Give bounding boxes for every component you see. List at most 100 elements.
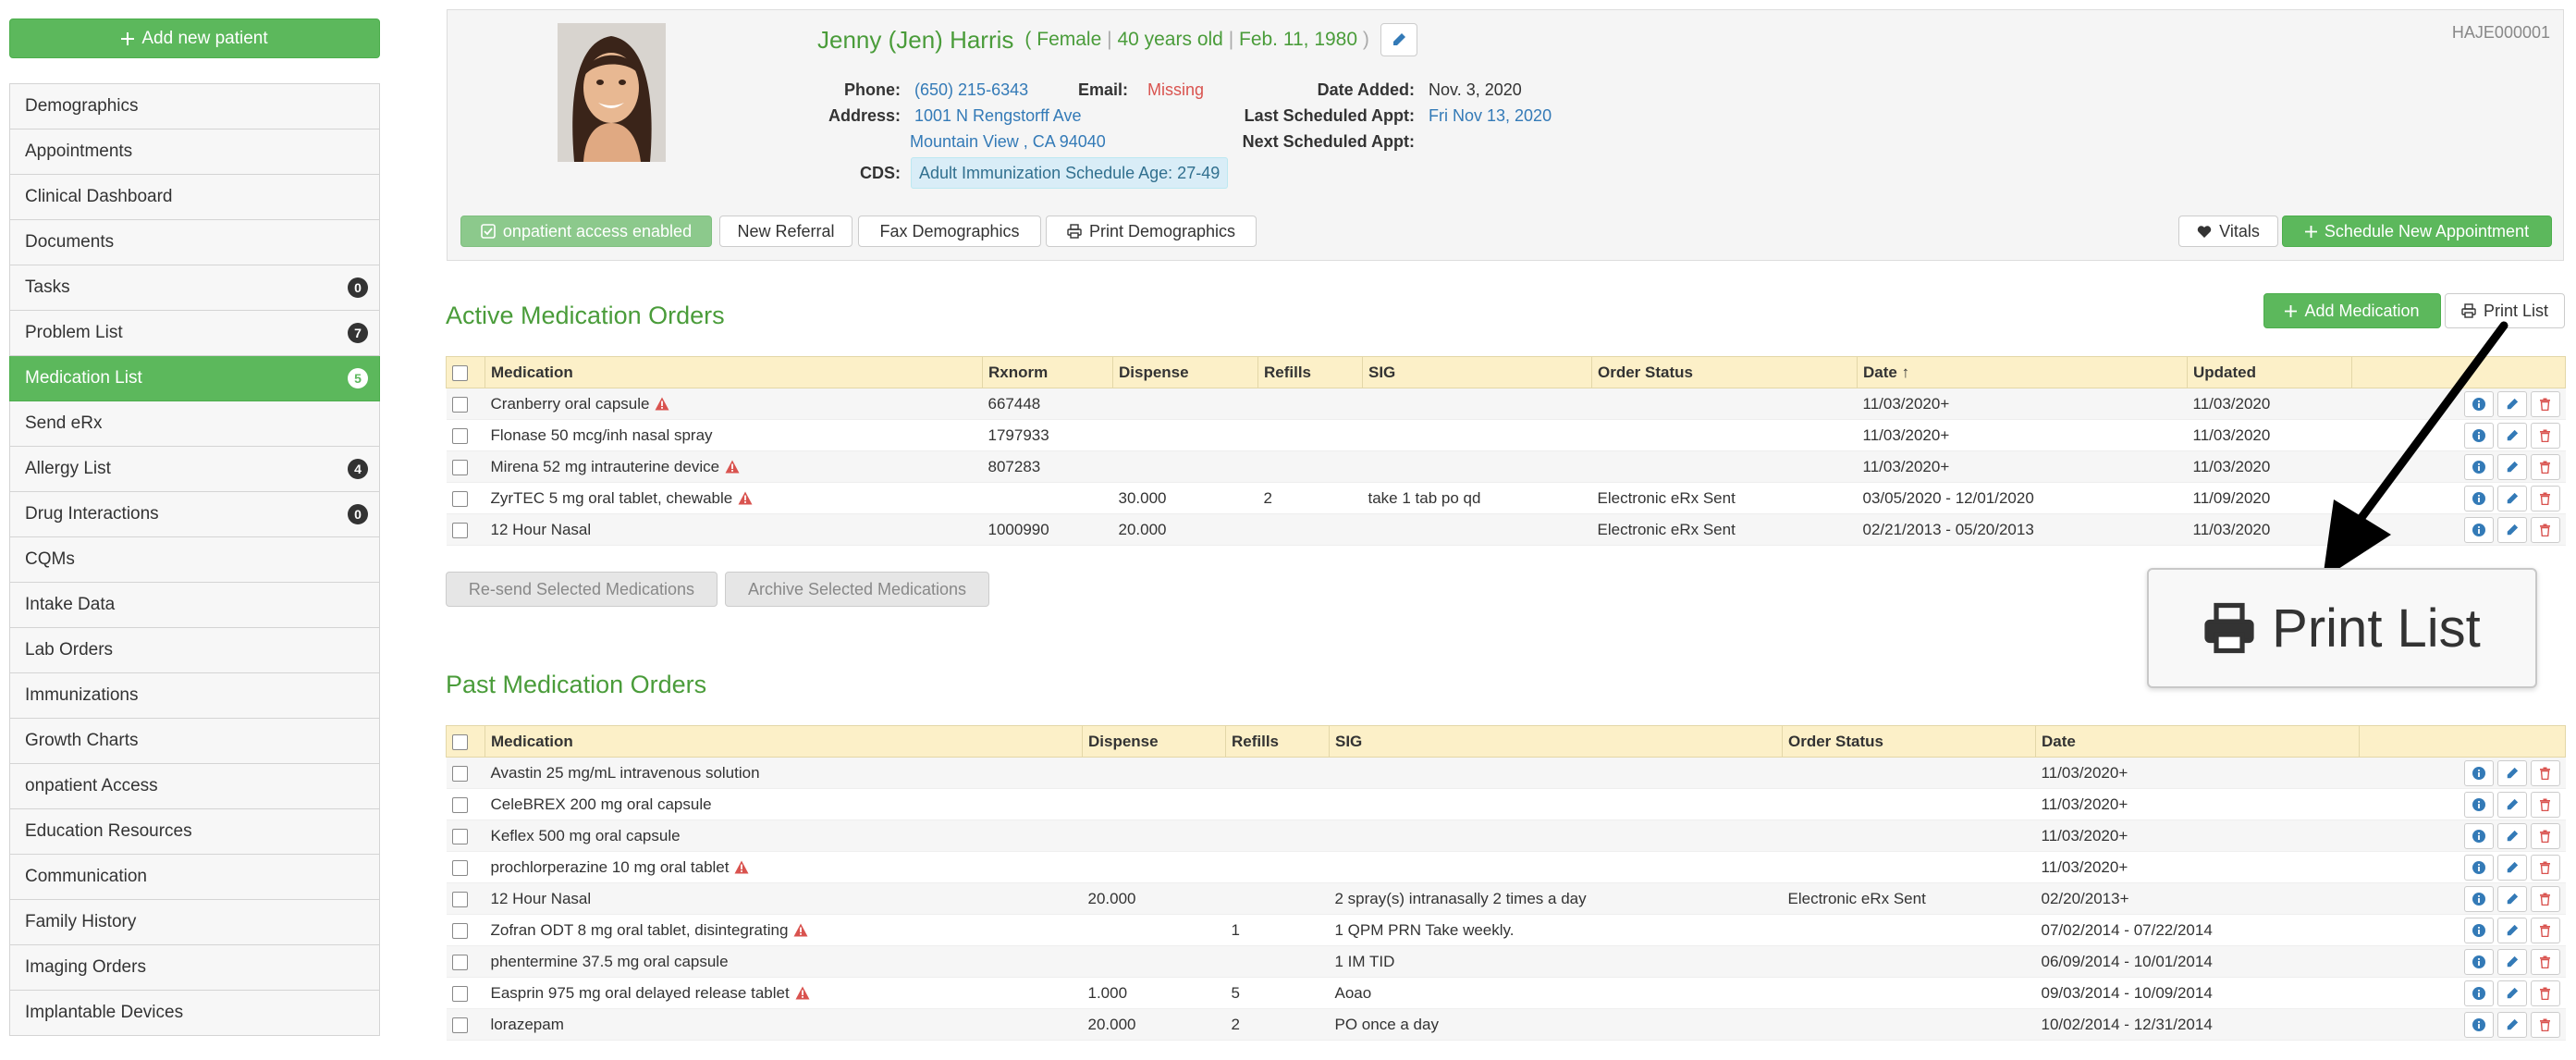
column-header[interactable]: Rxnorm	[982, 356, 1113, 388]
row-checkbox[interactable]	[446, 450, 485, 483]
delete-button[interactable]	[2530, 422, 2560, 449]
medication-cell[interactable]: Flonase 50 mcg/inh nasal spray	[485, 419, 983, 451]
edit-button[interactable]	[2496, 1011, 2527, 1038]
table-row[interactable]: lorazepam 20.000 2 PO once a day 10/02/2014 …	[446, 1008, 2566, 1041]
sidebar-item-tasks[interactable]: Tasks 0	[9, 265, 380, 311]
info-button[interactable]	[2463, 948, 2494, 975]
table-row[interactable]: CeleBREX 200 mg oral capsule 11/03/2020+	[446, 788, 2566, 820]
sidebar-item-immunizations[interactable]: Immunizations	[9, 673, 380, 719]
edit-button[interactable]	[2496, 885, 2527, 912]
row-checkbox[interactable]	[446, 977, 485, 1009]
row-checkbox[interactable]	[446, 851, 485, 883]
row-checkbox[interactable]	[446, 419, 485, 451]
sidebar-item-allergy-list[interactable]: Allergy List 4	[9, 447, 380, 492]
table-row[interactable]: Easprin 975 mg oral delayed release tabl…	[446, 977, 2566, 1009]
medication-cell[interactable]: 12 Hour Nasal	[485, 882, 1083, 915]
edit-button[interactable]	[2496, 390, 2527, 417]
table-row[interactable]: 12 Hour Nasal 20.000 2 spray(s) intranasal…	[446, 882, 2566, 915]
address-line2[interactable]: Mountain View , CA 94040	[910, 132, 1106, 151]
edit-button[interactable]	[2496, 453, 2527, 480]
sidebar-item-appointments[interactable]: Appointments	[9, 129, 380, 175]
sidebar-item-education-resources[interactable]: Education Resources	[9, 809, 380, 855]
phone-link[interactable]: (650) 215-6343	[914, 80, 1028, 99]
edit-button[interactable]	[2496, 759, 2527, 786]
edit-button[interactable]	[2496, 980, 2527, 1006]
column-header[interactable]: SIG	[1362, 356, 1592, 388]
table-row[interactable]: Flonase 50 mcg/inh nasal spray 1797933 11/…	[446, 419, 2566, 451]
edit-button[interactable]	[2496, 917, 2527, 943]
table-row[interactable]: prochlorperazine 10 mg oral tablet 11/03/…	[446, 851, 2566, 883]
table-row[interactable]: Mirena 52 mg intrauterine device 807283 11…	[446, 450, 2566, 483]
delete-button[interactable]	[2530, 453, 2560, 480]
medication-cell[interactable]: Easprin 975 mg oral delayed release tabl…	[485, 977, 1083, 1009]
row-checkbox[interactable]	[446, 914, 485, 946]
delete-button[interactable]	[2530, 885, 2560, 912]
sidebar-item-send-erx[interactable]: Send eRx	[9, 401, 380, 447]
delete-button[interactable]	[2530, 390, 2560, 417]
address-line1[interactable]: 1001 N Rengstorff Ave	[914, 106, 1081, 125]
info-button[interactable]	[2463, 485, 2494, 512]
column-header[interactable]: Refills	[1225, 725, 1330, 758]
edit-button[interactable]	[2496, 485, 2527, 512]
column-header[interactable]: Medication	[485, 725, 1083, 758]
table-row[interactable]: Zofran ODT 8 mg oral tablet, disintegrat…	[446, 914, 2566, 946]
medication-cell[interactable]: CeleBREX 200 mg oral capsule	[485, 788, 1083, 820]
delete-button[interactable]	[2530, 980, 2560, 1006]
info-button[interactable]	[2463, 854, 2494, 881]
edit-button[interactable]	[2496, 854, 2527, 881]
sidebar-item-medication-list[interactable]: Medication List 5	[9, 356, 380, 401]
sidebar-item-documents[interactable]: Documents	[9, 220, 380, 265]
info-button[interactable]	[2463, 885, 2494, 912]
column-header[interactable]: Updated	[2187, 356, 2352, 388]
delete-button[interactable]	[2530, 791, 2560, 818]
vitals-button[interactable]: Vitals	[2178, 216, 2278, 247]
table-row[interactable]: phentermine 37.5 mg oral capsule 1 IM TID…	[446, 945, 2566, 978]
medication-cell[interactable]: Cranberry oral capsule	[485, 388, 983, 420]
sidebar-item-family-history[interactable]: Family History	[9, 900, 380, 945]
row-checkbox[interactable]	[446, 820, 485, 852]
medication-cell[interactable]: Avastin 25 mg/mL intravenous solution	[485, 757, 1083, 789]
info-button[interactable]	[2463, 453, 2494, 480]
info-button[interactable]	[2463, 1011, 2494, 1038]
medication-cell[interactable]: Zofran ODT 8 mg oral tablet, disintegrat…	[485, 914, 1083, 946]
select-all-checkbox[interactable]	[446, 725, 485, 758]
onpatient-access-button[interactable]: onpatient access enabled	[460, 216, 712, 247]
resend-selected-button[interactable]: Re-send Selected Medications	[446, 572, 718, 607]
delete-button[interactable]	[2530, 854, 2560, 881]
schedule-appointment-button[interactable]: Schedule New Appointment	[2282, 216, 2552, 247]
cds-tag[interactable]: Adult Immunization Schedule Age: 27-49	[911, 157, 1229, 189]
add-medication-button[interactable]: Add Medication	[2263, 293, 2441, 328]
edit-button[interactable]	[2496, 516, 2527, 543]
info-button[interactable]	[2463, 917, 2494, 943]
delete-button[interactable]	[2530, 917, 2560, 943]
edit-patient-button[interactable]	[1380, 23, 1417, 56]
table-row[interactable]: ZyrTEC 5 mg oral tablet, chewable 30.000 2…	[446, 482, 2566, 514]
row-checkbox[interactable]	[446, 945, 485, 978]
row-checkbox[interactable]	[446, 788, 485, 820]
new-referral-button[interactable]: New Referral	[719, 216, 853, 247]
column-header[interactable]: Dispense	[1082, 725, 1226, 758]
sidebar-item-implantable-devices[interactable]: Implantable Devices	[9, 991, 380, 1036]
medication-cell[interactable]: phentermine 37.5 mg oral capsule	[485, 945, 1083, 978]
info-button[interactable]	[2463, 791, 2494, 818]
medication-cell[interactable]: Mirena 52 mg intrauterine device	[485, 450, 983, 483]
column-header[interactable]: Order Status	[1782, 725, 2036, 758]
column-header[interactable]: SIG	[1329, 725, 1783, 758]
last-appt-link[interactable]: Fri Nov 13, 2020	[1429, 106, 1552, 125]
fax-demographics-button[interactable]: Fax Demographics	[858, 216, 1041, 247]
row-checkbox[interactable]	[446, 882, 485, 915]
sidebar-item-clinical-dashboard[interactable]: Clinical Dashboard	[9, 175, 380, 220]
row-checkbox[interactable]	[446, 482, 485, 514]
delete-button[interactable]	[2530, 822, 2560, 849]
print-demographics-button[interactable]: Print Demographics	[1046, 216, 1257, 247]
edit-button[interactable]	[2496, 791, 2527, 818]
medication-cell[interactable]: 12 Hour Nasal	[485, 513, 983, 546]
info-button[interactable]	[2463, 759, 2494, 786]
sidebar-item-intake-data[interactable]: Intake Data	[9, 583, 380, 628]
sidebar-item-imaging-orders[interactable]: Imaging Orders	[9, 945, 380, 991]
delete-button[interactable]	[2530, 948, 2560, 975]
medication-cell[interactable]: Keflex 500 mg oral capsule	[485, 820, 1083, 852]
edit-button[interactable]	[2496, 822, 2527, 849]
sidebar-item-problem-list[interactable]: Problem List 7	[9, 311, 380, 356]
table-row[interactable]: Keflex 500 mg oral capsule 11/03/2020+	[446, 820, 2566, 852]
